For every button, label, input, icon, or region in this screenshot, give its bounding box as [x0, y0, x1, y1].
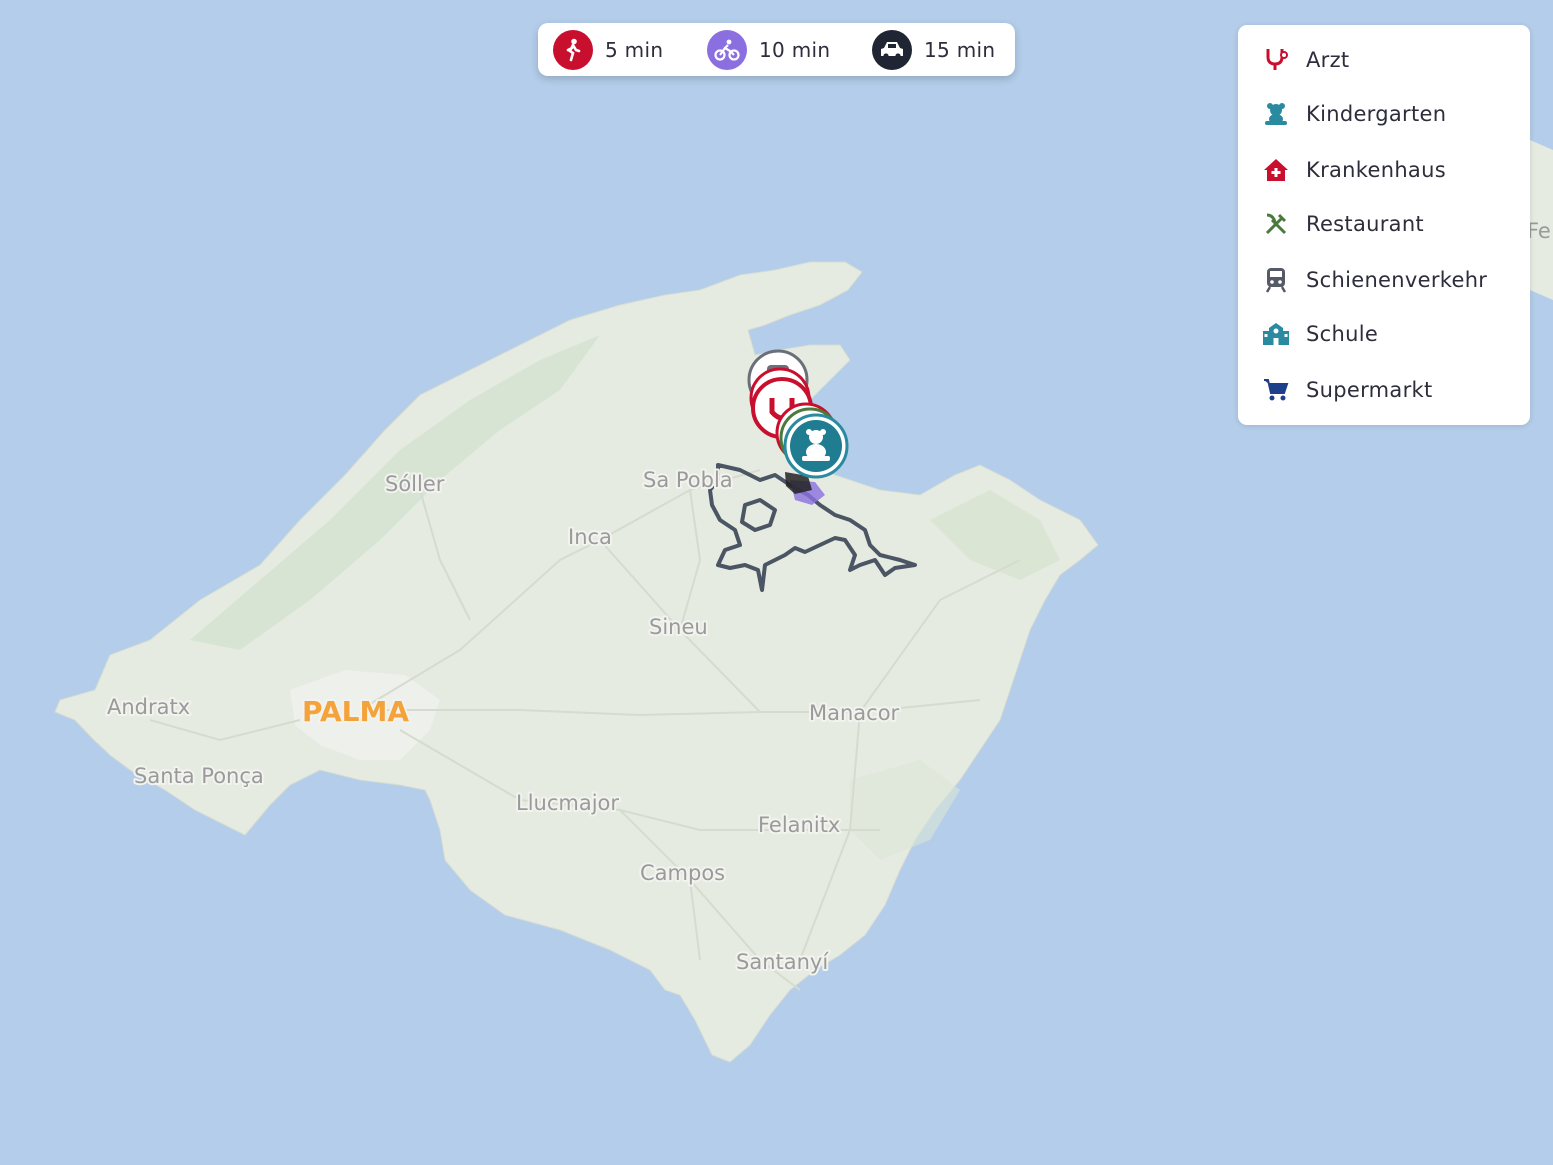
legend-item-krankenhaus[interactable]: Krankenhaus — [1262, 153, 1446, 187]
shopping-cart-icon — [1262, 376, 1290, 404]
place-label: Manacor — [809, 701, 900, 725]
place-label: Sineu — [649, 615, 708, 639]
car-icon — [872, 29, 912, 70]
bicycle-icon — [707, 29, 747, 70]
place-label: Sóller — [385, 472, 445, 496]
legend-label: Krankenhaus — [1306, 158, 1446, 182]
legend-item-schienenverkehr[interactable]: Schienenverkehr — [1262, 263, 1487, 297]
school-icon — [1262, 320, 1290, 348]
place-label: Inca — [568, 525, 612, 549]
legend-item-kindergarten[interactable]: Kindergarten — [1262, 97, 1446, 131]
car-15min-button[interactable]: 15 min — [858, 23, 1015, 76]
kindergarten-marker[interactable] — [783, 413, 849, 479]
legend-item-restaurant[interactable]: Restaurant — [1262, 207, 1424, 241]
travel-time-selector: 5 min 10 min 15 min — [538, 23, 1015, 76]
fork-knife-icon — [1262, 210, 1290, 238]
poi-legend: Arzt Kindergarten Krankenhaus Restaurant… — [1238, 25, 1530, 425]
place-label: Felanitx — [758, 813, 840, 837]
legend-label: Restaurant — [1306, 212, 1424, 236]
hospital-icon — [1262, 156, 1290, 184]
place-label: Campos — [640, 861, 725, 885]
place-label: Santanyí — [736, 950, 829, 974]
edge-place-label: Fe — [1527, 219, 1551, 243]
legend-label: Schienenverkehr — [1306, 268, 1488, 292]
legend-label: Supermarkt — [1306, 378, 1433, 402]
place-label: Santa Ponça — [134, 764, 264, 788]
walk-time-label: 5 min — [605, 37, 664, 62]
stethoscope-icon — [1262, 46, 1290, 74]
walk-5min-button[interactable]: 5 min — [538, 23, 693, 76]
legend-label: Kindergarten — [1306, 102, 1447, 126]
walking-person-icon — [553, 29, 593, 70]
place-label: Andratx — [107, 695, 190, 719]
legend-label: Arzt — [1306, 48, 1350, 72]
legend-item-arzt[interactable]: Arzt — [1262, 43, 1349, 77]
bike-time-label: 10 min — [759, 37, 831, 62]
teddy-bear-icon — [1262, 100, 1290, 128]
train-icon — [1262, 266, 1290, 294]
place-label: Llucmajor — [516, 791, 619, 815]
place-label-capital: PALMA — [302, 695, 409, 728]
legend-item-schule[interactable]: Schule — [1262, 317, 1378, 351]
place-label: Sa Pobla — [643, 468, 733, 492]
legend-label: Schule — [1306, 322, 1379, 346]
car-time-label: 15 min — [924, 37, 996, 62]
bike-10min-button[interactable]: 10 min — [693, 23, 858, 76]
legend-item-supermarkt[interactable]: Supermarkt — [1262, 373, 1433, 407]
